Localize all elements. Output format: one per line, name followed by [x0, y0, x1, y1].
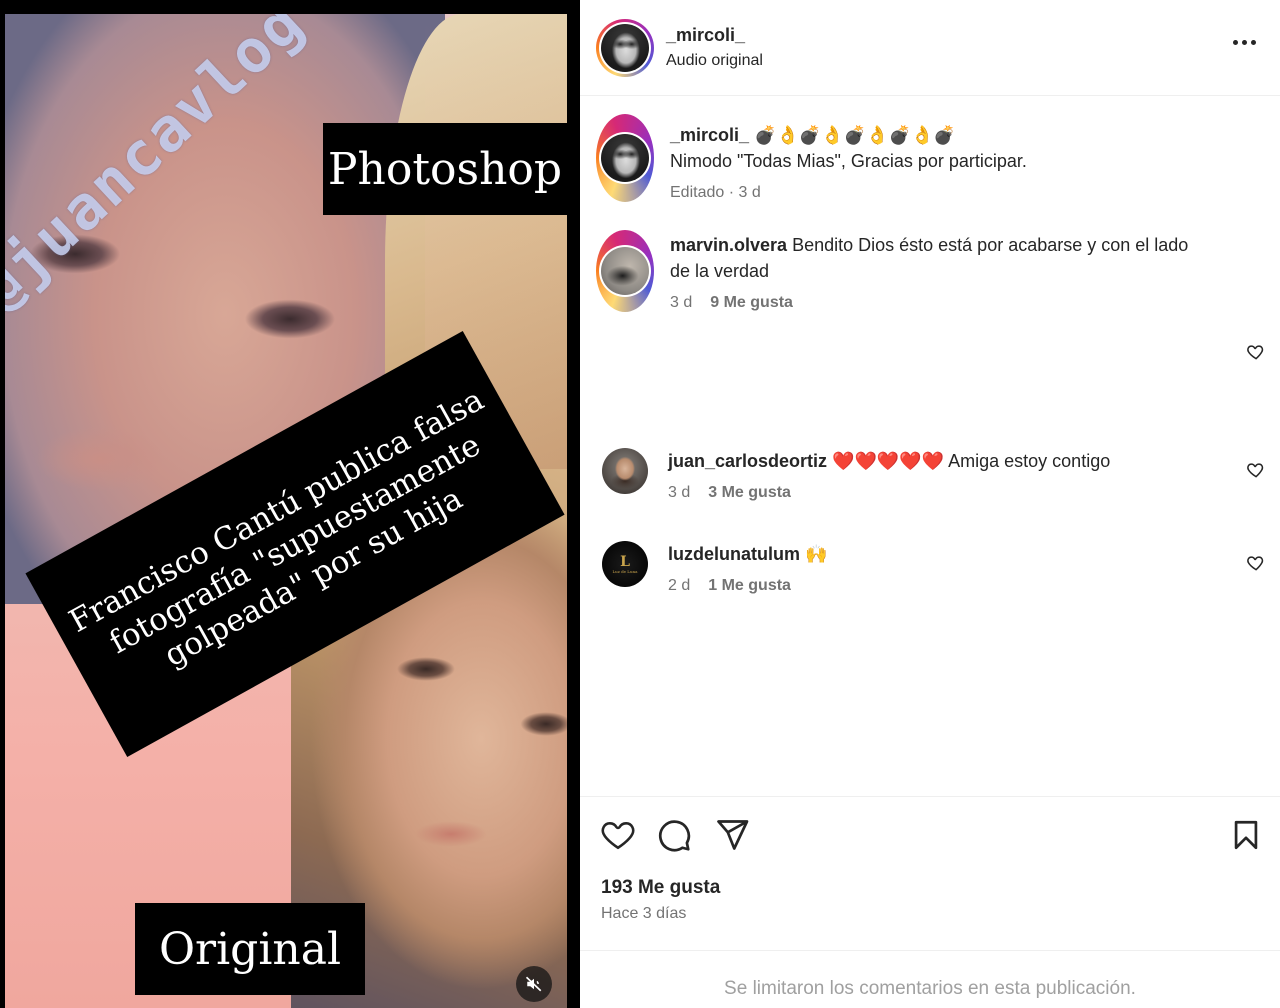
- post-media[interactable]: @juancavlog Photoshop Francisco Cantú pu…: [0, 0, 580, 1008]
- heart-icon[interactable]: [1246, 460, 1266, 480]
- story-ring[interactable]: [596, 230, 654, 312]
- header-username[interactable]: _mircoli_: [666, 25, 763, 46]
- comment-text: ❤️❤️❤️❤️❤️ Amiga estoy contigo: [832, 451, 1111, 471]
- comment-likes[interactable]: 3 Me gusta: [708, 484, 791, 502]
- list-item: marvin.olvera Bendito Dios ésto está por…: [596, 230, 1210, 312]
- video-frame: @juancavlog Photoshop Francisco Cantú pu…: [5, 14, 567, 1008]
- avatar[interactable]: [601, 247, 649, 295]
- list-item: L Luz de Luna luzdelunatulum 🙌 2 d 1 Me …: [596, 541, 1208, 595]
- comment-time[interactable]: 2 d: [668, 577, 690, 595]
- caption-meta: Editado · 3 d: [670, 184, 761, 201]
- comment-username[interactable]: marvin.olvera: [670, 235, 787, 255]
- comment-text: 🙌: [805, 544, 828, 564]
- list-item: juan_carlosdeortiz ❤️❤️❤️❤️❤️ Amiga esto…: [596, 448, 1208, 502]
- avatar[interactable]: [601, 134, 649, 182]
- post-timestamp[interactable]: Hace 3 días: [601, 905, 686, 923]
- speaker-muted-icon: [525, 976, 542, 992]
- label-photoshop: Photoshop: [323, 123, 567, 215]
- comment-time[interactable]: 3 d: [668, 484, 690, 502]
- comments-limited-notice: Se limitaron los comentarios en esta pub…: [580, 950, 1280, 1008]
- mute-button[interactable]: [516, 966, 552, 1002]
- send-icon[interactable]: [714, 817, 750, 853]
- likes-count[interactable]: 193 Me gusta: [601, 877, 720, 899]
- story-ring[interactable]: [596, 18, 654, 77]
- comment-likes[interactable]: 1 Me gusta: [708, 577, 791, 595]
- heart-icon[interactable]: [1246, 553, 1266, 573]
- audio-link[interactable]: Audio original: [666, 52, 763, 70]
- emoji-sequence: 💣👌💣👌💣👌💣👌💣: [754, 125, 956, 145]
- story-ring[interactable]: [596, 114, 654, 202]
- avatar[interactable]: [601, 23, 649, 72]
- post-header: _mircoli_ Audio original: [580, 0, 1280, 96]
- comment-likes[interactable]: 9 Me gusta: [710, 294, 793, 312]
- avatar[interactable]: [602, 448, 648, 494]
- comment-username[interactable]: juan_carlosdeortiz: [668, 451, 827, 471]
- comment-icon[interactable]: [656, 817, 692, 853]
- heart-icon[interactable]: [599, 817, 637, 853]
- post-actions: 193 Me gusta Hace 3 días: [580, 796, 1280, 950]
- avatar[interactable]: L Luz de Luna: [602, 541, 648, 587]
- caption-comment: _mircoli_ 💣👌💣👌💣👌💣👌💣 Nimodo "Todas Mias",…: [596, 114, 1230, 202]
- more-options-icon[interactable]: [1233, 40, 1256, 45]
- post-details-panel: _mircoli_ Audio original _mircoli_ 💣👌💣👌💣…: [580, 0, 1280, 1008]
- bookmark-icon[interactable]: [1229, 817, 1263, 853]
- comment-time[interactable]: 3 d: [670, 294, 692, 312]
- label-original: Original: [135, 903, 365, 995]
- comment-username[interactable]: _mircoli_: [670, 125, 749, 145]
- heart-icon[interactable]: [1246, 342, 1266, 362]
- comments-list[interactable]: _mircoli_ 💣👌💣👌💣👌💣👌💣 Nimodo "Todas Mias",…: [580, 96, 1280, 796]
- caption-text: Nimodo "Todas Mias", Gracias por partici…: [670, 151, 1027, 171]
- comment-username[interactable]: luzdelunatulum: [668, 544, 800, 564]
